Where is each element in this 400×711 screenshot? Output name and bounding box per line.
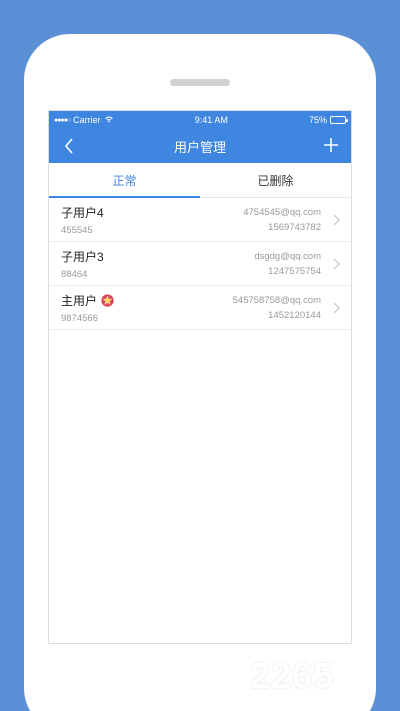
user-name: 子用户3 bbox=[61, 249, 104, 264]
watermark-site: .com bbox=[336, 691, 360, 704]
star-icon bbox=[101, 293, 114, 307]
status-bar: ●●●●○ Carrier 9:41 AM 75% bbox=[49, 111, 351, 129]
battery-percent: 75% bbox=[308, 115, 327, 125]
chevron-right-icon bbox=[331, 213, 341, 227]
list-item[interactable]: 子用户4 455545 4754545@qq.com 1569743782 bbox=[49, 198, 351, 242]
user-phone: 1247575754 bbox=[268, 265, 321, 277]
carrier-label: Carrier bbox=[73, 115, 101, 125]
back-button[interactable] bbox=[59, 136, 79, 156]
user-id: 88464 bbox=[61, 268, 88, 280]
user-phone: 1569743782 bbox=[268, 221, 321, 233]
list-item[interactable]: 主用户 9874566 545758758@qq.com 1452120144 bbox=[49, 286, 351, 330]
signal-icon: ●●●●○ bbox=[54, 116, 71, 124]
user-email: 545758758@qq.com bbox=[232, 294, 321, 306]
page-title: 用户管理 bbox=[173, 139, 226, 155]
user-name: 子用户4 bbox=[61, 205, 104, 220]
user-id: 455545 bbox=[61, 224, 93, 236]
phone-speaker bbox=[170, 79, 230, 86]
user-id: 9874566 bbox=[61, 312, 98, 324]
plus-icon bbox=[324, 138, 338, 152]
user-email: dsgdg@qq.com bbox=[254, 250, 321, 262]
chevron-left-icon bbox=[64, 138, 73, 154]
tab-deleted[interactable]: 已删除 bbox=[200, 163, 351, 197]
chevron-right-icon bbox=[331, 301, 341, 315]
watermark-label: 手游网 bbox=[336, 679, 370, 691]
nav-bar: 用户管理 bbox=[49, 129, 351, 163]
list-item[interactable]: 子用户3 88464 dsgdg@qq.com 1247575754 bbox=[49, 242, 351, 286]
watermark-logo: 2265 手游网 .com bbox=[250, 655, 369, 703]
user-list: 子用户4 455545 4754545@qq.com 1569743782 子用… bbox=[49, 198, 351, 330]
wifi-icon bbox=[104, 115, 114, 125]
user-email: 4754545@qq.com bbox=[243, 206, 321, 218]
watermark-number: 2265 bbox=[250, 655, 335, 696]
user-name: 主用户 bbox=[61, 293, 98, 308]
phone-frame: ●●●●○ Carrier 9:41 AM 75% 用户管理 正常 已删除 子用… bbox=[24, 34, 376, 711]
add-user-button[interactable] bbox=[321, 135, 341, 155]
status-time: 9:41 AM bbox=[194, 115, 228, 125]
tab-normal[interactable]: 正常 bbox=[49, 163, 200, 198]
chevron-right-icon bbox=[331, 257, 341, 271]
user-phone: 1452120144 bbox=[268, 309, 321, 321]
tab-bar: 正常 已删除 bbox=[49, 163, 351, 198]
battery-icon bbox=[329, 116, 348, 124]
app-screen: ●●●●○ Carrier 9:41 AM 75% 用户管理 正常 已删除 子用… bbox=[48, 110, 352, 644]
